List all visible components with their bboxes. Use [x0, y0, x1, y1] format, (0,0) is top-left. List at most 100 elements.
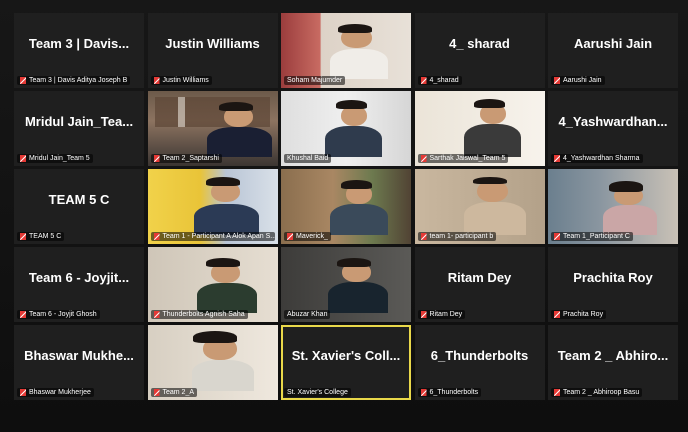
participant-name-tag: 4_sharad: [417, 76, 462, 85]
participant-display-name: Ritam Dey: [447, 269, 512, 285]
participant-name-tag: Khushal Baid: [284, 154, 332, 163]
participant-name-label: TEAM 5 C: [29, 233, 62, 240]
participant-tile[interactable]: Prachita Roy Prachita Roy: [548, 247, 678, 322]
participant-name-tag: Team 2_A: [150, 388, 198, 397]
muted-mic-icon: [20, 389, 26, 396]
participant-name-tag: Maverick_: [284, 232, 331, 241]
participant-tile[interactable]: 6_Thunderbolts 6_Thunderbolts: [414, 325, 545, 400]
muted-mic-icon: [554, 233, 560, 240]
participant-name-tag: Team 1_Participant C: [551, 232, 633, 241]
muted-mic-icon: [153, 233, 160, 240]
muted-mic-icon: [554, 311, 560, 318]
participant-tile[interactable]: Bhaswar Mukhe... Bhaswar Mukherjee: [14, 325, 144, 400]
participant-tile[interactable]: Aarushi Jain Aarushi Jain: [548, 13, 678, 88]
participant-name-label: 4_sharad: [429, 77, 459, 84]
participant-tile[interactable]: Sarthak Jaiswal_Team 5: [414, 91, 545, 166]
muted-mic-icon: [420, 155, 427, 162]
participant-name-label: Khushal Baid: [287, 155, 329, 162]
participant-tile[interactable]: Maverick_: [281, 169, 411, 244]
participant-tile[interactable]: Ritam Dey Ritam Dey: [414, 247, 545, 322]
participant-name-tag: Mridul Jain_Team 5: [17, 154, 93, 163]
meeting-gallery-view: Team 3 | Davis... Team 3 | Davis Aditya J…: [0, 0, 688, 432]
participant-display-name: Bhaswar Mukhe...: [24, 347, 134, 363]
participant-tile[interactable]: St. Xavier's Coll... St. Xavier's College: [281, 325, 411, 400]
participant-tile[interactable]: Abuzar Khan: [281, 247, 411, 322]
participant-tile[interactable]: Team 1 - Participant A Alok Apan S...: [147, 169, 278, 244]
participant-tile[interactable]: TEAM 5 C TEAM 5 C: [14, 169, 144, 244]
participant-tile[interactable]: Justin Williams Justin Williams: [147, 13, 278, 88]
participant-name-label: Team 2_A: [162, 389, 195, 396]
participant-tile[interactable]: 4_ sharad 4_sharad: [414, 13, 545, 88]
participant-name-tag: Team 1 - Participant A Alok Apan S...: [150, 232, 275, 241]
muted-mic-icon: [287, 233, 293, 240]
participant-display-name: Mridul Jain_Tea...: [24, 113, 134, 129]
participant-tile[interactable]: Team 1_Participant C: [548, 169, 678, 244]
participant-name-tag: Soham Majumder: [284, 76, 346, 85]
muted-mic-icon: [554, 389, 560, 396]
participant-name-label: Team 2 _ Abhiroop Basu: [563, 389, 640, 396]
participant-name-label: Bhaswar Mukherjee: [29, 389, 91, 396]
participant-name-tag: Team 6 - Joyjit Ghosh: [17, 310, 100, 319]
participant-tile[interactable]: Team 2_A: [147, 325, 278, 400]
muted-mic-icon: [20, 233, 26, 240]
muted-mic-icon: [20, 77, 26, 84]
participant-name-label: Mridul Jain_Team 5: [29, 155, 90, 162]
muted-mic-icon: [554, 77, 560, 84]
participant-name-label: Team 6 - Joyjit Ghosh: [29, 311, 97, 318]
participant-name-tag: team 1- participant b: [417, 232, 497, 241]
participant-display-name: Team 3 | Davis...: [28, 35, 130, 51]
participant-name-label: team 1- participant b: [429, 233, 494, 240]
participant-display-name: 4_ sharad: [449, 35, 510, 51]
muted-mic-icon: [420, 77, 427, 84]
muted-mic-icon: [554, 155, 560, 162]
participant-name-label: 4_Yashwardhan Sharma: [563, 155, 640, 162]
participant-tile[interactable]: Team 6 - Joyjit... Team 6 - Joyjit Ghosh: [14, 247, 144, 322]
participant-name-tag: 4_Yashwardhan Sharma: [551, 154, 643, 163]
participant-tile[interactable]: Team 2_Saptarshi: [147, 91, 278, 166]
participant-name-tag: Abuzar Khan: [284, 310, 331, 319]
participant-name-tag: Ritam Dey: [417, 310, 466, 319]
participant-name-label: Maverick_: [296, 233, 328, 240]
participant-name-label: Justin Williams: [162, 77, 209, 84]
participant-name-tag: Team 3 | Davis Aditya Joseph B: [17, 76, 131, 85]
participant-tile[interactable]: 4_Yashwardhan... 4_Yashwardhan Sharma: [548, 91, 678, 166]
participant-name-label: Prachita Roy: [563, 311, 604, 318]
participant-name-tag: Justin Williams: [150, 76, 212, 85]
participant-name-tag: Team 2_Saptarshi: [150, 154, 222, 163]
muted-mic-icon: [420, 311, 427, 318]
participant-name-label: Team 1 - Participant A Alok Apan S...: [162, 233, 275, 240]
participant-name-tag: Prachita Roy: [551, 310, 607, 319]
participant-name-label: Team 3 | Davis Aditya Joseph B: [29, 77, 128, 84]
participant-name-label: Ritam Dey: [429, 311, 463, 318]
participant-display-name: Team 6 - Joyjit...: [28, 269, 130, 285]
participant-tile[interactable]: team 1- participant b: [414, 169, 545, 244]
participant-tile[interactable]: Team 2 _ Abhiro... Team 2 _ Abhiroop Basu: [548, 325, 678, 400]
muted-mic-icon: [153, 155, 160, 162]
participant-name-tag: TEAM 5 C: [17, 232, 65, 241]
muted-mic-icon: [420, 233, 427, 240]
participant-name-label: St. Xavier's College: [287, 389, 348, 396]
participant-name-tag: Bhaswar Mukherjee: [17, 388, 94, 397]
participant-display-name: Prachita Roy: [573, 269, 653, 285]
participant-name-label: Soham Majumder: [287, 77, 343, 84]
muted-mic-icon: [20, 155, 26, 162]
participant-display-name: St. Xavier's Coll...: [291, 347, 401, 363]
muted-mic-icon: [153, 389, 160, 396]
participant-name-label: Thunderbolts Agnish Saha: [162, 311, 245, 318]
participant-display-name: 6_Thunderbolts: [430, 347, 529, 363]
participant-name-label: 6_Thunderbolts: [429, 389, 479, 396]
participant-tile[interactable]: Khushal Baid: [281, 91, 411, 166]
participant-tile[interactable]: Soham Majumder: [281, 13, 411, 88]
muted-mic-icon: [153, 77, 160, 84]
participant-name-tag: Team 2 _ Abhiroop Basu: [551, 388, 643, 397]
participant-name-tag: Thunderbolts Agnish Saha: [150, 310, 248, 319]
participant-display-name: 4_Yashwardhan...: [558, 113, 668, 129]
participant-display-name: TEAM 5 C: [48, 191, 110, 207]
participant-name-label: Sarthak Jaiswal_Team 5: [429, 155, 506, 162]
participant-name-tag: Aarushi Jain: [551, 76, 605, 85]
participant-tile[interactable]: Team 3 | Davis... Team 3 | Davis Aditya J…: [14, 13, 144, 88]
participant-display-name: Aarushi Jain: [573, 35, 653, 51]
participant-tile[interactable]: Thunderbolts Agnish Saha: [147, 247, 278, 322]
participant-name-tag: St. Xavier's College: [284, 388, 351, 397]
participant-tile[interactable]: Mridul Jain_Tea... Mridul Jain_Team 5: [14, 91, 144, 166]
